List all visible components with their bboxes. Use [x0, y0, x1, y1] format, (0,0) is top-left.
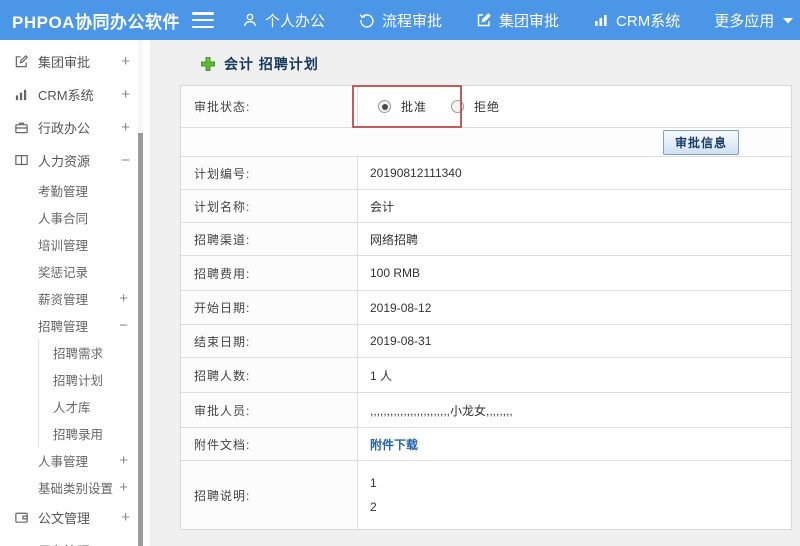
app-logo: PHPOA协同办公软件 — [12, 12, 180, 32]
sidebar-item-attendance[interactable]: 考勤管理 — [0, 177, 150, 204]
row-description: 招聘说明: 1 2 — [181, 461, 791, 529]
description-label: 招聘说明: — [181, 461, 358, 529]
row-recruit-cost: 招聘费用: 100 RMB — [181, 256, 791, 291]
recruit-channel-value: 网络招聘 — [370, 232, 419, 247]
row-plan-name: 计划名称: 会计 — [181, 190, 791, 223]
sidebar-item-documents[interactable]: 公文管理 + — [0, 501, 150, 534]
radio-approve[interactable] — [378, 100, 391, 113]
sidebar-scrollbar-thumb[interactable] — [138, 133, 143, 546]
row-end-date: 结束日期: 2019-08-31 — [181, 325, 791, 358]
row-plan-number: 计划编号: 20190812111340 — [181, 157, 791, 190]
sidebar-item-vehicles[interactable]: 用车管理 + — [0, 534, 150, 546]
recruit-plan-form: 审批状态: 批准 拒绝 审批信息 计划编号: 20190812111340 计划… — [180, 85, 792, 530]
sidebar-item-group-approval[interactable]: 集团审批 + — [0, 45, 150, 78]
sidebar-item-talent-pool[interactable]: 人才库 — [38, 393, 150, 420]
sidebar-item-human-resources[interactable]: 人力资源 − — [0, 144, 150, 177]
top-nav: 个人办公 流程审批 集团审批 CRM系统 更多应用 — [242, 10, 794, 31]
attachment-label: 附件文档: — [181, 428, 358, 460]
menu-toggle-button[interactable] — [192, 12, 214, 28]
sidebar-item-recruit-demand[interactable]: 招聘需求 — [38, 339, 150, 366]
plan-number-value: 20190812111340 — [370, 166, 462, 180]
main-content: 会计 招聘计划 审批状态: 批准 拒绝 审批信息 计划编号: 201908121… — [150, 40, 800, 546]
document-icon — [14, 510, 29, 525]
nav-process-approval[interactable]: 流程审批 — [359, 10, 442, 31]
end-date-label: 结束日期: — [181, 325, 358, 357]
sidebar-item-crm[interactable]: CRM系统 + — [0, 78, 150, 111]
sidebar-item-hr-contracts[interactable]: 人事合同 — [0, 204, 150, 231]
top-bar: PHPOA协同办公软件 个人办公 流程审批 集团审批 CRM系统 更多应用 — [0, 0, 800, 40]
row-recruit-channel: 招聘渠道: 网络招聘 — [181, 223, 791, 256]
row-start-date: 开始日期: 2019-08-12 — [181, 291, 791, 325]
plan-name-label: 计划名称: — [181, 190, 358, 222]
add-plus-icon — [200, 56, 216, 72]
recruit-cost-label: 招聘费用: — [181, 256, 358, 290]
sidebar-item-training[interactable]: 培训管理 — [0, 231, 150, 258]
history-icon — [359, 12, 375, 28]
approval-info-button[interactable]: 审批信息 — [662, 129, 739, 155]
row-attachment: 附件文档: 附件下载 — [181, 428, 791, 461]
row-approvers: 审批人员: ,,,,,,,,,,,,,,,,,,,,,,,,小龙女,,,,,,,… — [181, 393, 791, 428]
briefcase-icon — [14, 120, 29, 135]
headcount-label: 招聘人数: — [181, 358, 358, 392]
sidebar-item-base-categories[interactable]: 基础类别设置 + — [0, 474, 150, 501]
row-approval-status: 审批状态: 批准 拒绝 — [181, 86, 791, 128]
recruit-channel-label: 招聘渠道: — [181, 223, 358, 255]
row-approval-button: 审批信息 — [181, 128, 791, 157]
sidebar-item-recruit-mgmt[interactable]: 招聘管理 − — [0, 312, 150, 339]
attachment-download-link[interactable]: 附件下载 — [370, 436, 418, 453]
radio-approve-label: 批准 — [401, 100, 428, 114]
person-icon — [242, 12, 258, 28]
start-date-value: 2019-08-12 — [370, 300, 432, 315]
edit-icon — [476, 12, 492, 28]
description-value: 1 2 — [370, 476, 377, 514]
sidebar-item-salary[interactable]: 薪资管理 + — [0, 285, 150, 312]
plan-name-value: 会计 — [370, 199, 395, 214]
caret-down-icon — [783, 17, 794, 24]
start-date-label: 开始日期: — [181, 291, 358, 324]
sidebar-item-personnel-mgmt[interactable]: 人事管理 + — [0, 447, 150, 474]
radio-reject-label: 拒绝 — [474, 100, 501, 114]
page-header: 会计 招聘计划 — [200, 54, 800, 74]
bar-chart-icon — [14, 87, 29, 102]
bar-chart-icon — [593, 12, 609, 28]
page-title: 会计 招聘计划 — [224, 56, 319, 72]
recruit-cost-value: 100 RMB — [370, 266, 421, 280]
radio-reject[interactable] — [451, 100, 465, 113]
headcount-value: 1 人 — [370, 368, 393, 383]
approvers-value: ,,,,,,,,,,,,,,,,,,,,,,,,小龙女,,,,,,,, — [370, 403, 513, 418]
sidebar: 集团审批 + CRM系统 + 行政办公 + 人力资源 − 考勤管理 人事合同 培… — [0, 40, 150, 546]
end-date-value: 2019-08-31 — [370, 334, 432, 348]
sidebar-item-recruit-plan[interactable]: 招聘计划 — [38, 366, 150, 393]
sidebar-item-admin-office[interactable]: 行政办公 + — [0, 111, 150, 144]
edit-icon — [14, 54, 29, 69]
nav-personal-office[interactable]: 个人办公 — [242, 10, 325, 31]
approval-radio-group: 批准 拒绝 — [370, 98, 514, 115]
row-headcount: 招聘人数: 1 人 — [181, 358, 791, 393]
book-icon — [14, 153, 29, 168]
nav-crm-system[interactable]: CRM系统 — [593, 10, 680, 31]
nav-group-approval[interactable]: 集团审批 — [476, 10, 559, 31]
approval-status-label: 审批状态: — [181, 86, 358, 127]
sidebar-item-rewards[interactable]: 奖惩记录 — [0, 258, 150, 285]
plan-number-label: 计划编号: — [181, 157, 358, 189]
sidebar-item-recruit-hire[interactable]: 招聘录用 — [38, 420, 150, 447]
approvers-label: 审批人员: — [181, 393, 358, 427]
nav-more-apps[interactable]: 更多应用 — [714, 10, 794, 31]
